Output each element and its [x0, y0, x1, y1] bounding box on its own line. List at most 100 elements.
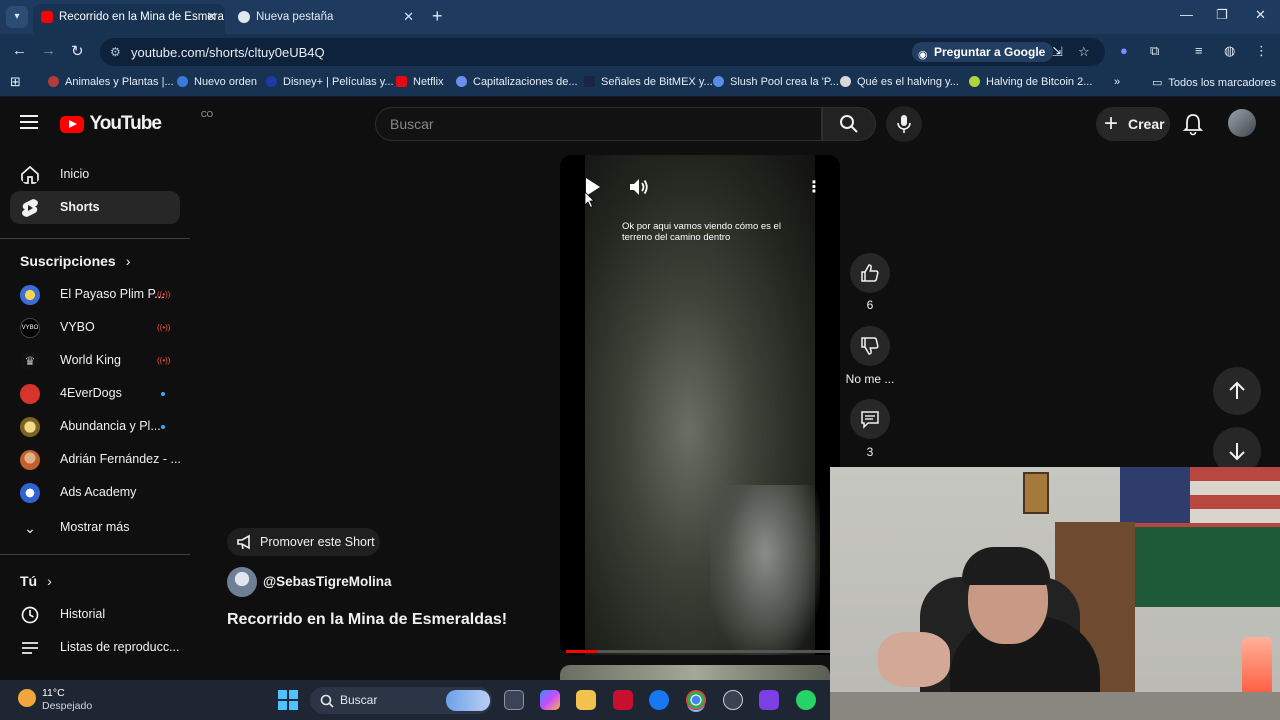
ask-google-button[interactable]: ◉ Preguntar a Google [912, 42, 1054, 62]
search-input[interactable]: Buscar [375, 107, 822, 141]
media-control-icon[interactable]: ≡ [1195, 43, 1203, 58]
notifications-bell-icon[interactable] [1182, 112, 1204, 136]
youtube-logo[interactable]: YouTube CO [60, 110, 213, 135]
sidebar-item-subscription[interactable]: Ads Academy [10, 476, 180, 509]
mcafee-icon[interactable] [613, 690, 633, 710]
sidebar-item-subscription[interactable]: Adrián Fernández - ... [10, 443, 181, 476]
obs-icon[interactable] [723, 690, 743, 710]
install-app-icon[interactable]: ⇲ [1052, 44, 1063, 60]
close-window-button[interactable]: ✕ [1255, 7, 1266, 23]
bookmark-item[interactable]: Disney+ | Películas y... [266, 76, 394, 88]
channel-link[interactable]: @SebasTigreMolina [227, 567, 391, 597]
new-tab-button[interactable]: + [432, 6, 443, 27]
you-heading[interactable]: Tú › [20, 573, 52, 589]
file-explorer-icon[interactable] [576, 690, 596, 710]
sidebar-item-history[interactable]: Historial [10, 598, 180, 631]
account-avatar[interactable] [1228, 109, 1256, 137]
sidebar-item-subscription[interactable]: VYBO VYBO ((•)) [10, 311, 180, 344]
url-text: youtube.com/shorts/cltuy0eUB4Q [131, 45, 325, 60]
sidebar-item-label: Listas de reproducc... [60, 640, 180, 654]
volume-icon[interactable] [628, 177, 650, 197]
reload-button[interactable]: ↻ [71, 42, 84, 60]
more-bookmarks-icon[interactable]: » [1114, 76, 1120, 88]
sidebar-item-playlists[interactable]: Listas de reproducc... [10, 631, 180, 664]
close-tab-icon[interactable]: ✕ [206, 4, 217, 30]
tab-new-tab[interactable]: Nueva pestaña ✕ [230, 4, 422, 34]
bookmark-item[interactable]: Netflix [396, 76, 444, 88]
sidebar-item-home[interactable]: Inicio [10, 158, 180, 191]
bookmark-item[interactable]: Halving de Bitcoin 2... [969, 76, 1092, 88]
more-options-icon[interactable]: ⋮ [806, 177, 822, 197]
bookmark-item[interactable]: Animales y Plantas |... [48, 76, 174, 88]
dislike-button[interactable] [850, 326, 890, 366]
hamburger-menu-icon[interactable] [20, 115, 38, 133]
next-short-preview[interactable] [560, 665, 830, 680]
whatsapp-icon[interactable] [796, 690, 816, 710]
minimize-button[interactable]: — [1180, 7, 1193, 22]
all-bookmarks-button[interactable]: ▭ Todos los marcadores [1152, 76, 1276, 89]
create-button[interactable]: + Crear [1096, 107, 1170, 141]
arrow-down-icon [1229, 443, 1245, 461]
bookmark-item[interactable]: Señales de BitMEX y... [584, 76, 713, 88]
close-tab-icon[interactable]: ✕ [403, 4, 414, 30]
sidebar-item-label: Historial [60, 607, 106, 621]
progress-fill [566, 650, 598, 653]
tab-search-button[interactable]: ▾ [6, 6, 28, 28]
browser-menu-icon[interactable]: ⋮ [1255, 43, 1268, 59]
sidebar-item-subscription[interactable]: ♛ World King ((•)) [10, 344, 180, 377]
maximize-button[interactable]: ❐ [1216, 7, 1228, 23]
extension-icon[interactable]: ● [1120, 43, 1128, 58]
bookmark-item[interactable]: Qué es el halving y... [840, 76, 959, 88]
search-button[interactable] [822, 107, 876, 141]
previous-short-button[interactable] [1213, 367, 1261, 415]
forward-button[interactable]: → [41, 42, 56, 59]
facebook-icon[interactable] [649, 690, 669, 710]
like-button[interactable] [850, 253, 890, 293]
show-more-button[interactable]: ⌄ Mostrar más [10, 511, 180, 544]
sidebar-item-label: Ads Academy [60, 485, 137, 499]
bookmark-label: Halving de Bitcoin 2... [986, 76, 1093, 88]
subscriptions-heading[interactable]: Suscripciones › [20, 253, 130, 269]
sidebar-item-subscription[interactable]: Abundancia y Pl... [10, 410, 180, 443]
channel-avatar [227, 567, 257, 597]
apps-grid-icon[interactable]: ⊞ [10, 74, 21, 90]
bookmark-item[interactable]: Nuevo orden [177, 76, 257, 88]
sidebar-item-label: 4EverDogs [60, 386, 122, 400]
bookmark-item[interactable]: Slush Pool crea la 'P... [713, 76, 839, 88]
comments-button[interactable] [850, 399, 890, 439]
sidebar-item-subscription[interactable]: El Payaso Plim P... ((•)) [10, 278, 180, 311]
channel-avatar-icon [20, 417, 40, 437]
new-content-dot-icon [161, 425, 165, 429]
chrome-favicon-icon [238, 11, 250, 23]
bookmark-label: Slush Pool crea la 'P... [730, 76, 839, 88]
windows-start-icon[interactable] [278, 690, 298, 710]
chevron-right-icon: › [125, 253, 131, 269]
extensions-puzzle-icon[interactable]: ⧉ [1150, 43, 1159, 59]
profile-icon[interactable]: ◍ [1224, 43, 1235, 59]
tab-youtube-short[interactable]: Recorrido en la Mina de Esmera ✕ [33, 4, 225, 34]
sidebar-item-label: World King [60, 353, 121, 367]
streamer-hand [878, 632, 950, 687]
sidebar-divider [0, 238, 190, 239]
chrome-icon[interactable] [686, 690, 706, 710]
streaming-app-icon[interactable] [759, 690, 779, 710]
bookmark-item[interactable]: Capitalizaciones de... [456, 76, 578, 88]
bookmark-star-icon[interactable]: ☆ [1078, 44, 1090, 60]
address-bar[interactable]: ⚙ youtube.com/shorts/cltuy0eUB4Q ◉ Pregu… [100, 38, 1105, 66]
voice-search-button[interactable] [886, 106, 922, 142]
sidebar-item-shorts[interactable]: Shorts [10, 191, 180, 224]
copilot-icon[interactable] [540, 690, 560, 710]
taskbar-search-box[interactable]: Buscar [310, 687, 492, 714]
chevron-right-icon: › [47, 573, 52, 589]
promote-short-button[interactable]: Promover este Short [227, 528, 380, 556]
video-progress-bar[interactable] [566, 650, 830, 653]
back-button[interactable]: ← [12, 42, 27, 59]
site-info-icon[interactable]: ⚙ [110, 45, 121, 59]
new-content-dot-icon [161, 392, 165, 396]
subscriptions-title: Suscripciones [20, 253, 116, 269]
shorts-player[interactable]: ⋮ Ok por aqui vamos viendo cómo es el te… [560, 155, 840, 655]
task-view-icon[interactable] [504, 690, 524, 710]
sidebar-item-label: Inicio [60, 167, 90, 181]
thumbs-down-icon [861, 337, 879, 355]
sidebar-item-subscription[interactable]: 4EverDogs [10, 377, 180, 410]
